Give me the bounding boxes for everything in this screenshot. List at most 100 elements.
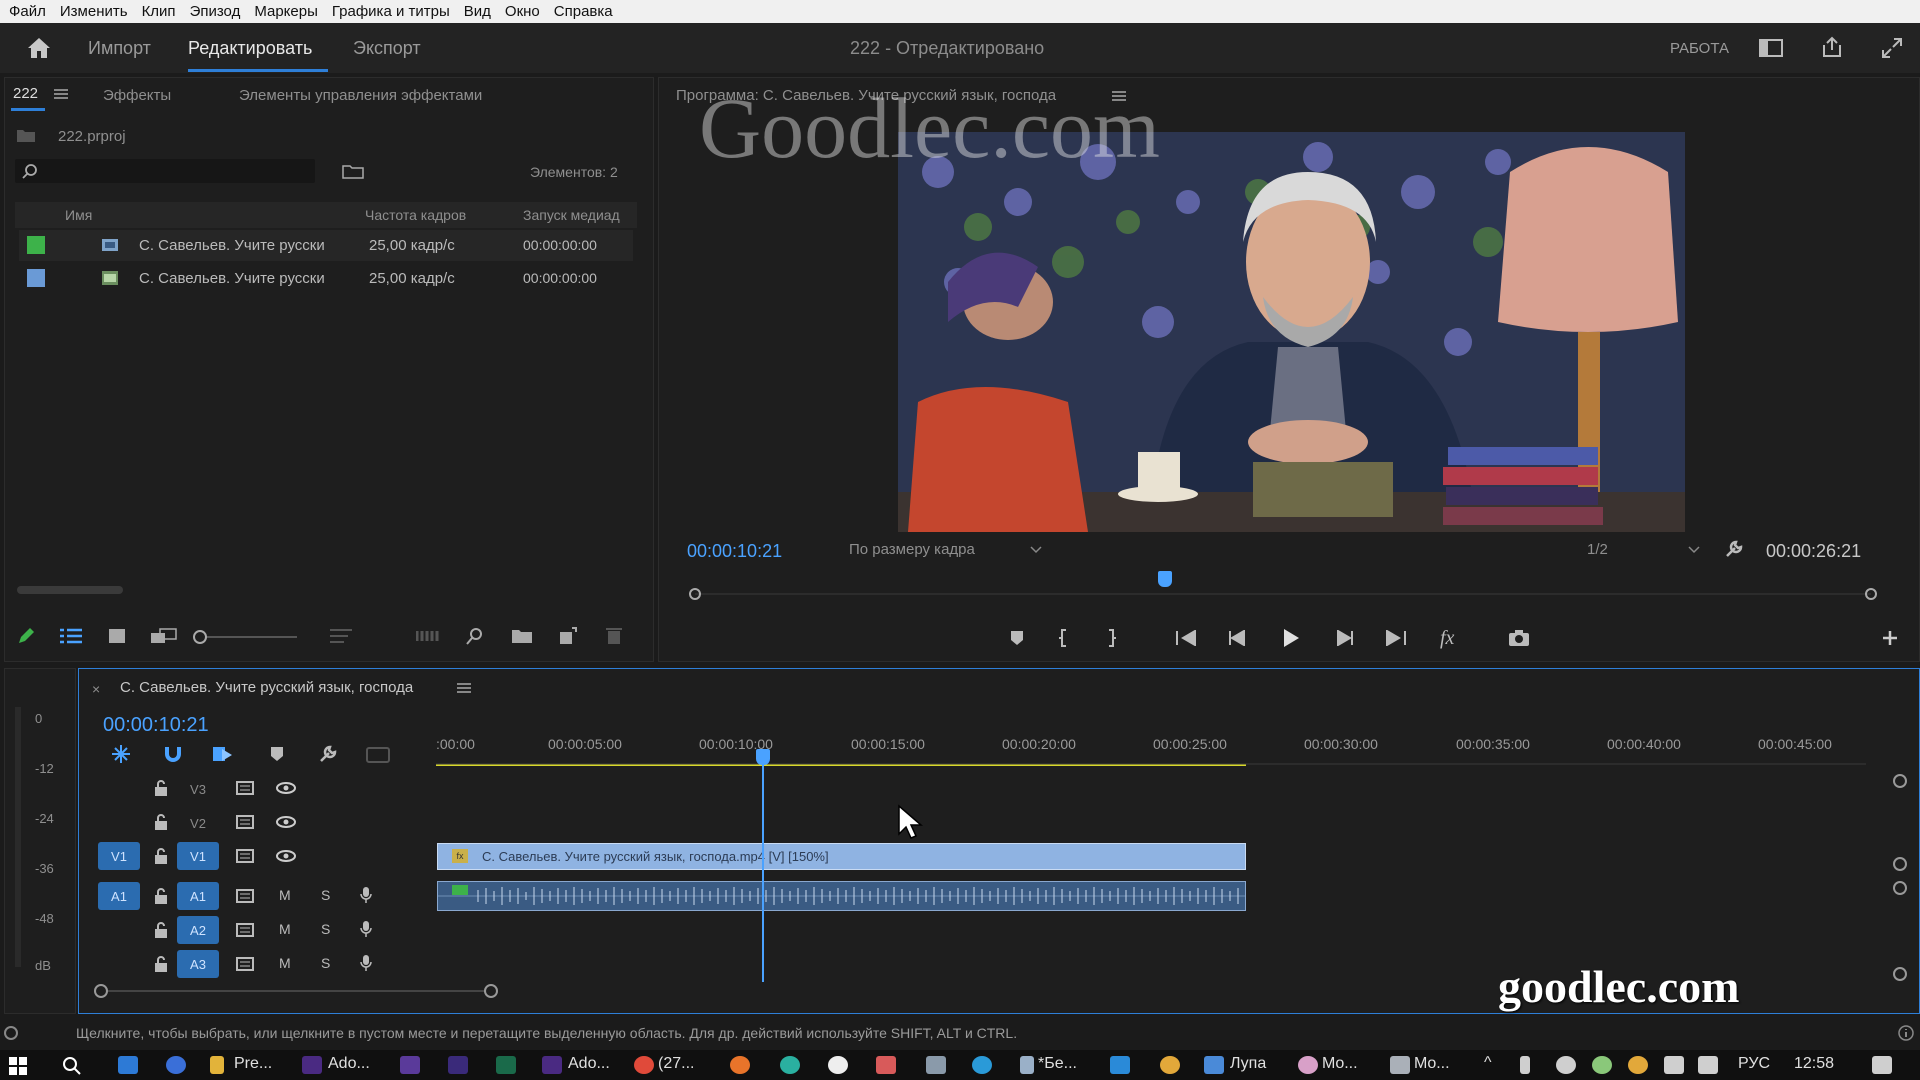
lock-icon[interactable]	[151, 920, 171, 940]
clock[interactable]: 12:58	[1794, 1055, 1834, 1073]
notifications-icon[interactable]	[1872, 1056, 1892, 1074]
mute-button[interactable]: M	[279, 955, 291, 971]
tray-icon[interactable]	[1628, 1056, 1648, 1074]
menu-markers[interactable]: Маркеры	[247, 3, 325, 20]
tab-export[interactable]: Экспорт	[353, 38, 421, 59]
tray-icon[interactable]	[1556, 1056, 1576, 1074]
add-marker-icon[interactable]	[1005, 627, 1029, 649]
menu-clip[interactable]: Клип	[135, 3, 183, 20]
lock-icon[interactable]	[151, 846, 171, 866]
windows-start-icon[interactable]	[6, 1056, 30, 1076]
network-icon[interactable]	[1664, 1056, 1684, 1074]
zoom-slider[interactable]	[193, 630, 297, 644]
magnifier-app-icon[interactable]	[1204, 1056, 1224, 1074]
tray-icon[interactable]	[1592, 1056, 1612, 1074]
project-tab[interactable]: 222	[13, 85, 38, 102]
telegram-icon[interactable]	[972, 1056, 992, 1074]
lock-icon[interactable]	[151, 778, 171, 798]
chevron-up-icon[interactable]: ^	[1484, 1054, 1492, 1072]
notepad-icon[interactable]	[1020, 1056, 1034, 1074]
taskbar-item[interactable]: Лупа	[1230, 1055, 1266, 1073]
audio-clip[interactable]	[437, 881, 1246, 911]
taskbar-item[interactable]: *Бе...	[1038, 1055, 1077, 1073]
search-icon[interactable]	[60, 1056, 84, 1076]
timeline-playhead[interactable]	[756, 749, 770, 765]
effects-tab[interactable]: Эффекты	[103, 87, 171, 104]
sync-lock-icon[interactable]	[234, 920, 256, 940]
tab-edit[interactable]: Редактировать	[188, 38, 312, 59]
info-icon[interactable]	[1896, 1024, 1916, 1042]
taskbar-item[interactable]: (27...	[658, 1055, 694, 1073]
timeline-zoom-scrollbar[interactable]	[94, 984, 498, 998]
zoom-handle-left[interactable]	[94, 984, 108, 998]
eye-icon[interactable]	[274, 778, 298, 798]
new-bin-icon[interactable]	[510, 625, 534, 647]
microphone-icon[interactable]	[356, 884, 376, 906]
solo-button[interactable]: S	[321, 955, 330, 971]
icon-view-icon[interactable]	[105, 625, 129, 647]
step-back-icon[interactable]	[1225, 627, 1249, 649]
app-icon[interactable]	[876, 1056, 896, 1074]
app-icon[interactable]	[1298, 1056, 1318, 1074]
lock-icon[interactable]	[151, 812, 171, 832]
search-input[interactable]	[15, 159, 315, 183]
video-frame[interactable]	[898, 132, 1685, 532]
menu-window[interactable]: Окно	[498, 3, 547, 20]
source-patch-v1[interactable]: V1	[98, 842, 140, 870]
folder-app-icon[interactable]	[210, 1056, 224, 1074]
lock-icon[interactable]	[151, 886, 171, 906]
magnifier-icon[interactable]	[1160, 1056, 1180, 1074]
menu-view[interactable]: Вид	[457, 3, 498, 20]
mark-out-icon[interactable]	[1100, 627, 1124, 649]
monitor-scrubber[interactable]	[687, 571, 1879, 601]
effect-controls-tab[interactable]: Элементы управления эффектами	[239, 87, 482, 104]
timeline-timecode[interactable]: 00:00:10:21	[103, 714, 209, 737]
track-target-v2[interactable]: V2	[177, 809, 219, 837]
vertical-scroll-handle[interactable]	[1893, 857, 1907, 871]
workspace-label[interactable]: РАБОТА	[1670, 40, 1729, 57]
after-effects-icon[interactable]	[400, 1056, 420, 1074]
automate-icon[interactable]	[415, 625, 441, 647]
go-to-in-icon[interactable]	[1173, 627, 1199, 649]
fx-icon[interactable]: fx	[1440, 627, 1454, 650]
find-icon[interactable]	[464, 625, 486, 647]
premiere-icon[interactable]	[542, 1056, 562, 1074]
tab-import[interactable]: Импорт	[88, 38, 151, 59]
taskbar-item[interactable]: Ado...	[328, 1055, 370, 1073]
column-fps[interactable]: Частота кадров	[365, 207, 466, 223]
trash-icon[interactable]	[603, 625, 625, 647]
home-icon[interactable]	[24, 35, 54, 61]
yandex-icon[interactable]	[828, 1056, 848, 1074]
column-name[interactable]: Имя	[65, 207, 92, 223]
list-view-icon[interactable]	[59, 625, 83, 647]
linked-selection-icon[interactable]	[210, 743, 236, 765]
timeline-tab[interactable]: С. Савельев. Учите русский язык, господа	[120, 679, 413, 696]
mark-in-icon[interactable]	[1051, 627, 1075, 649]
add-button-icon[interactable]	[1879, 627, 1901, 649]
track-target-a2[interactable]: A2	[177, 916, 219, 944]
microphone-icon[interactable]	[356, 952, 376, 974]
step-forward-icon[interactable]	[1333, 627, 1357, 649]
sync-lock-icon[interactable]	[234, 954, 256, 974]
lock-icon[interactable]	[151, 954, 171, 974]
firefox-icon[interactable]	[730, 1056, 750, 1074]
table-row[interactable]: С. Савельев. Учите русски 25,00 кадр/с 0…	[19, 263, 633, 294]
volume-icon[interactable]	[1698, 1056, 1718, 1074]
sync-lock-icon[interactable]	[234, 812, 256, 832]
fullscreen-icon[interactable]	[1878, 35, 1906, 61]
column-media-start[interactable]: Запуск медиад	[523, 207, 620, 223]
table-row[interactable]: С. Савельев. Учите русски 25,00 кадр/с 0…	[19, 230, 633, 261]
sort-icon[interactable]	[329, 625, 353, 647]
premiere-icon[interactable]	[302, 1056, 322, 1074]
zoom-handle-right[interactable]	[484, 984, 498, 998]
wrench-icon[interactable]	[316, 743, 340, 765]
taskbar-item[interactable]: Pre...	[234, 1055, 272, 1073]
wrench-icon[interactable]	[1723, 538, 1745, 560]
track-target-v3[interactable]: V3	[177, 775, 219, 803]
menu-edit[interactable]: Изменить	[53, 3, 135, 20]
vertical-scroll-handle[interactable]	[1893, 774, 1907, 788]
panel-menu-icon[interactable]	[456, 681, 472, 695]
horizontal-scrollbar[interactable]	[17, 586, 123, 594]
workspaces-icon[interactable]	[1758, 37, 1784, 59]
taskbar-item[interactable]: Mo...	[1322, 1055, 1358, 1073]
